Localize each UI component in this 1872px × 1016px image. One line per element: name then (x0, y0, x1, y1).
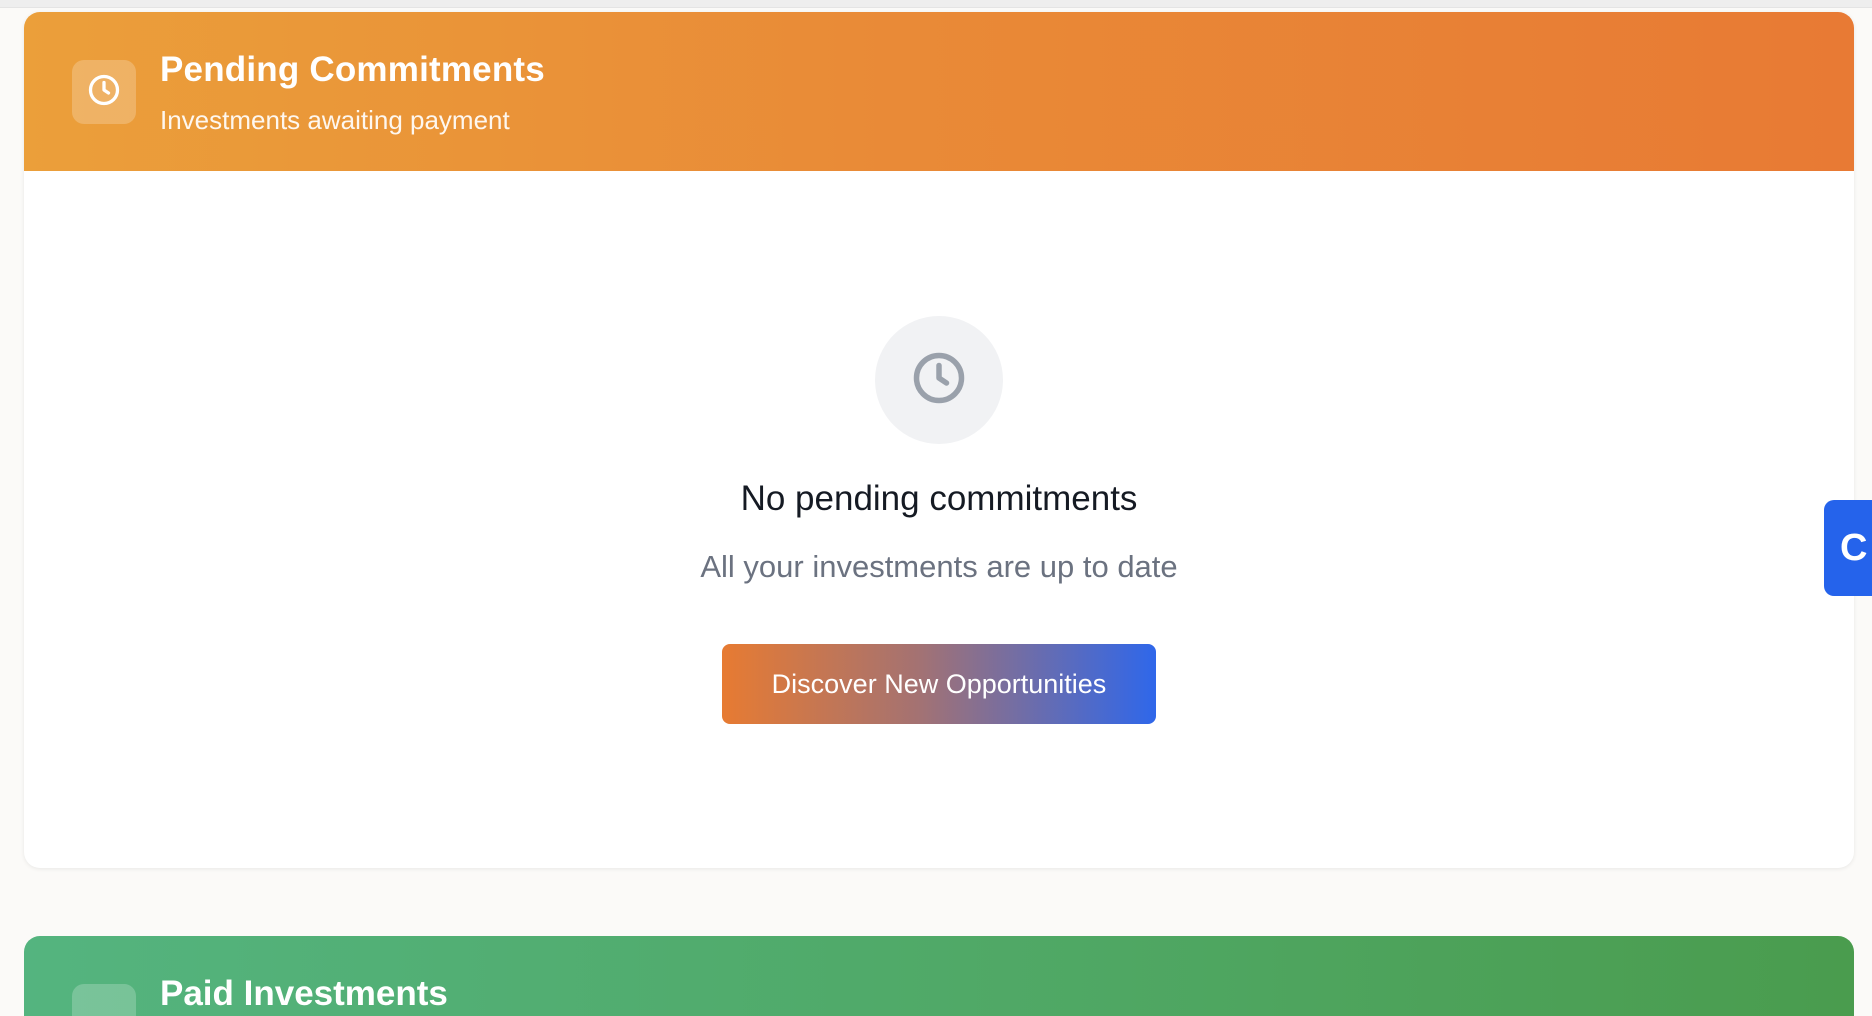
discover-opportunities-button[interactable]: Discover New Opportunities (722, 644, 1156, 724)
paid-investments-card: Paid Investments (24, 936, 1854, 1016)
clock-icon (86, 72, 122, 113)
pending-commitments-header: Pending Commitments Investments awaiting… (24, 12, 1854, 171)
side-widget-tab[interactable]: C (1824, 500, 1872, 596)
side-widget-label: C (1840, 526, 1868, 569)
empty-state: No pending commitments All your investme… (24, 171, 1854, 868)
card-subtitle: Investments awaiting payment (160, 105, 510, 135)
empty-state-subtitle: All your investments are up to date (700, 549, 1178, 584)
empty-state-title: No pending commitments (740, 479, 1138, 518)
pending-commitments-card: Pending Commitments Investments awaiting… (24, 12, 1854, 868)
check-icon (72, 984, 136, 1016)
header-clock-icon-box (72, 60, 136, 124)
top-divider (0, 0, 1872, 8)
card-title: Pending Commitments (160, 50, 545, 89)
empty-state-icon-circle (875, 316, 1003, 444)
paid-card-title: Paid Investments (160, 974, 448, 1013)
clock-icon (909, 348, 969, 413)
